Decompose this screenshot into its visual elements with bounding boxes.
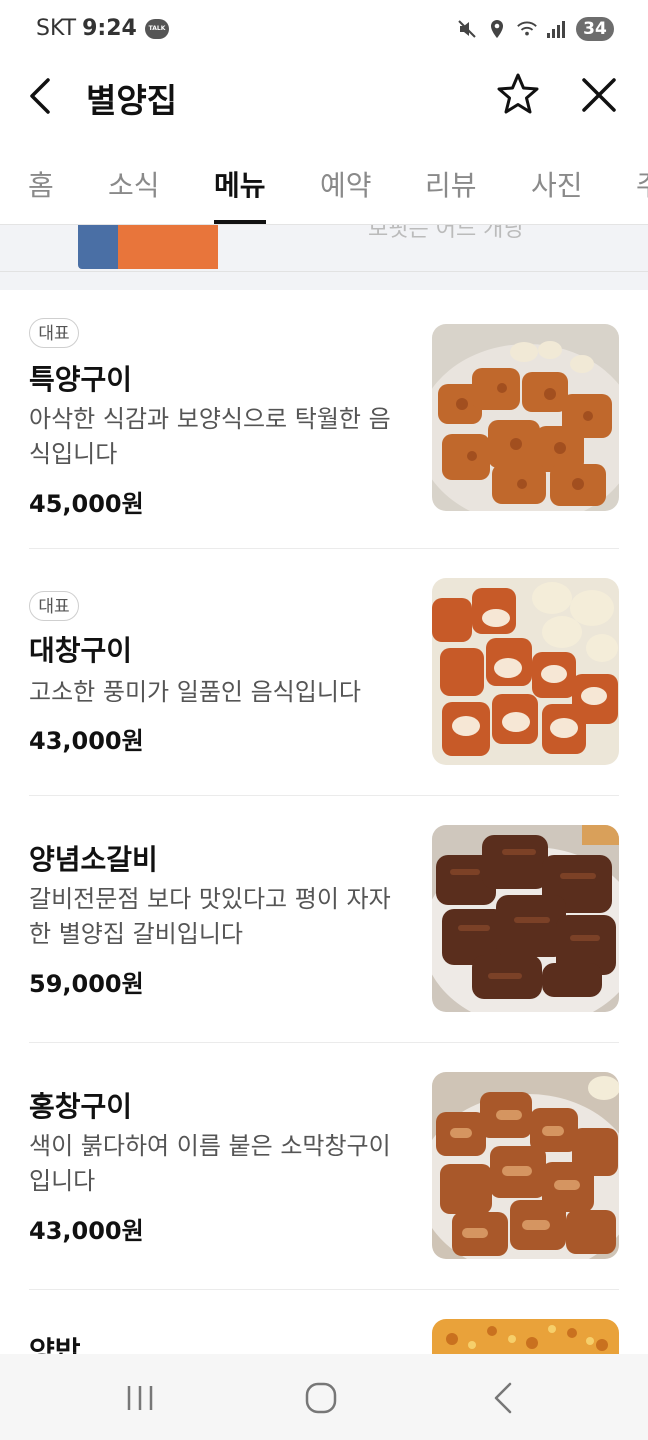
- system-back-button[interactable]: [484, 1378, 524, 1418]
- promo-banner[interactable]: 보핏는 어드 개닝: [0, 225, 648, 272]
- carrier-time: SKT 9:24: [36, 16, 137, 41]
- tab-bar: 홈 소식 메뉴 예약 리뷰 사진 주: [0, 150, 648, 225]
- battery-icon: 34: [576, 17, 614, 41]
- menu-item-name: 홍창구이: [29, 1090, 133, 1123]
- menu-item-name: 특양구이: [29, 363, 133, 396]
- back-icon: [494, 1382, 512, 1414]
- star-icon: [497, 73, 539, 114]
- home-icon: [305, 1382, 337, 1414]
- talk-notification-icon: TALK: [145, 19, 169, 39]
- tab-menu[interactable]: 메뉴: [214, 164, 266, 204]
- menu-item[interactable]: 대표 대창구이 고소한 풍미가 일품인 음식입니다 43,000원: [0, 549, 648, 795]
- chevron-left-icon: [30, 78, 50, 114]
- recents-button[interactable]: [120, 1378, 160, 1418]
- menu-item-name: 양밥: [29, 1335, 81, 1354]
- carrier-label: SKT: [36, 16, 77, 41]
- tab-reservation[interactable]: 예약: [320, 164, 372, 204]
- menu-item-description: 갈비전문점 보다 맛있다고 평이 자자한 별양집 갈비입니다: [29, 885, 391, 948]
- section-spacer: [0, 272, 648, 290]
- menu-item-name: 양념소갈비: [29, 843, 158, 876]
- menu-item-price: 45,000원: [29, 490, 144, 518]
- menu-item[interactable]: 양밥: [0, 1290, 648, 1354]
- app-header: 별양집: [0, 60, 648, 132]
- banner-text: 보핏는 어드 개닝: [368, 225, 524, 242]
- menu-item-name: 대창구이: [29, 634, 133, 667]
- menu-item-photo: [432, 1319, 619, 1354]
- menu-item-price: 43,000원: [29, 727, 144, 755]
- favorite-button[interactable]: [496, 72, 540, 116]
- home-button[interactable]: [301, 1378, 341, 1418]
- active-tab-indicator: [214, 220, 266, 224]
- signal-icon: [546, 18, 568, 40]
- menu-item-photo: [432, 578, 619, 765]
- menu-item-price: 59,000원: [29, 970, 144, 998]
- tab-review[interactable]: 리뷰: [425, 164, 477, 204]
- tab-news[interactable]: 소식: [108, 164, 160, 204]
- recents-icon: [127, 1386, 153, 1410]
- menu-item-photo: [432, 1072, 619, 1259]
- mute-icon: [456, 18, 478, 40]
- tab-more[interactable]: 주: [636, 164, 648, 204]
- menu-item-description: 고소한 풍미가 일품인 음식입니다: [29, 678, 362, 706]
- tab-photo[interactable]: 사진: [531, 164, 583, 204]
- menu-item-photo: [432, 825, 619, 1012]
- menu-item[interactable]: 홍창구이 색이 붉다하여 이름 붙은 소막창구이입니다 43,000원: [0, 1043, 648, 1289]
- menu-item-price: 43,000원: [29, 1217, 144, 1245]
- status-bar: SKT 9:24 TALK 34: [0, 0, 648, 60]
- menu-item[interactable]: 대표 특양구이 아삭한 식감과 보양식으로 탁월한 음식입니다 45,000원: [0, 290, 648, 548]
- menu-item-photo: [432, 324, 619, 511]
- menu-item[interactable]: 양념소갈비 갈비전문점 보다 맛있다고 평이 자자한 별양집 갈비입니다 59,…: [0, 796, 648, 1042]
- tab-home[interactable]: 홈: [28, 164, 54, 204]
- location-icon: [486, 18, 508, 40]
- back-button[interactable]: [22, 74, 62, 118]
- close-button[interactable]: [578, 74, 620, 116]
- close-icon: [582, 78, 616, 112]
- wifi-icon: [516, 18, 538, 40]
- signature-badge: 대표: [29, 591, 79, 621]
- banner-image: [78, 225, 218, 269]
- signature-badge: 대표: [29, 318, 79, 348]
- page-title: 별양집: [86, 81, 178, 120]
- status-icons: 34: [456, 17, 614, 41]
- menu-item-description: 아삭한 식감과 보양식으로 탁월한 음식입니다: [29, 405, 391, 468]
- clock: 9:24: [82, 16, 137, 41]
- menu-item-description: 색이 붉다하여 이름 붙은 소막창구이입니다: [29, 1132, 391, 1195]
- system-nav-bar: [0, 1354, 648, 1440]
